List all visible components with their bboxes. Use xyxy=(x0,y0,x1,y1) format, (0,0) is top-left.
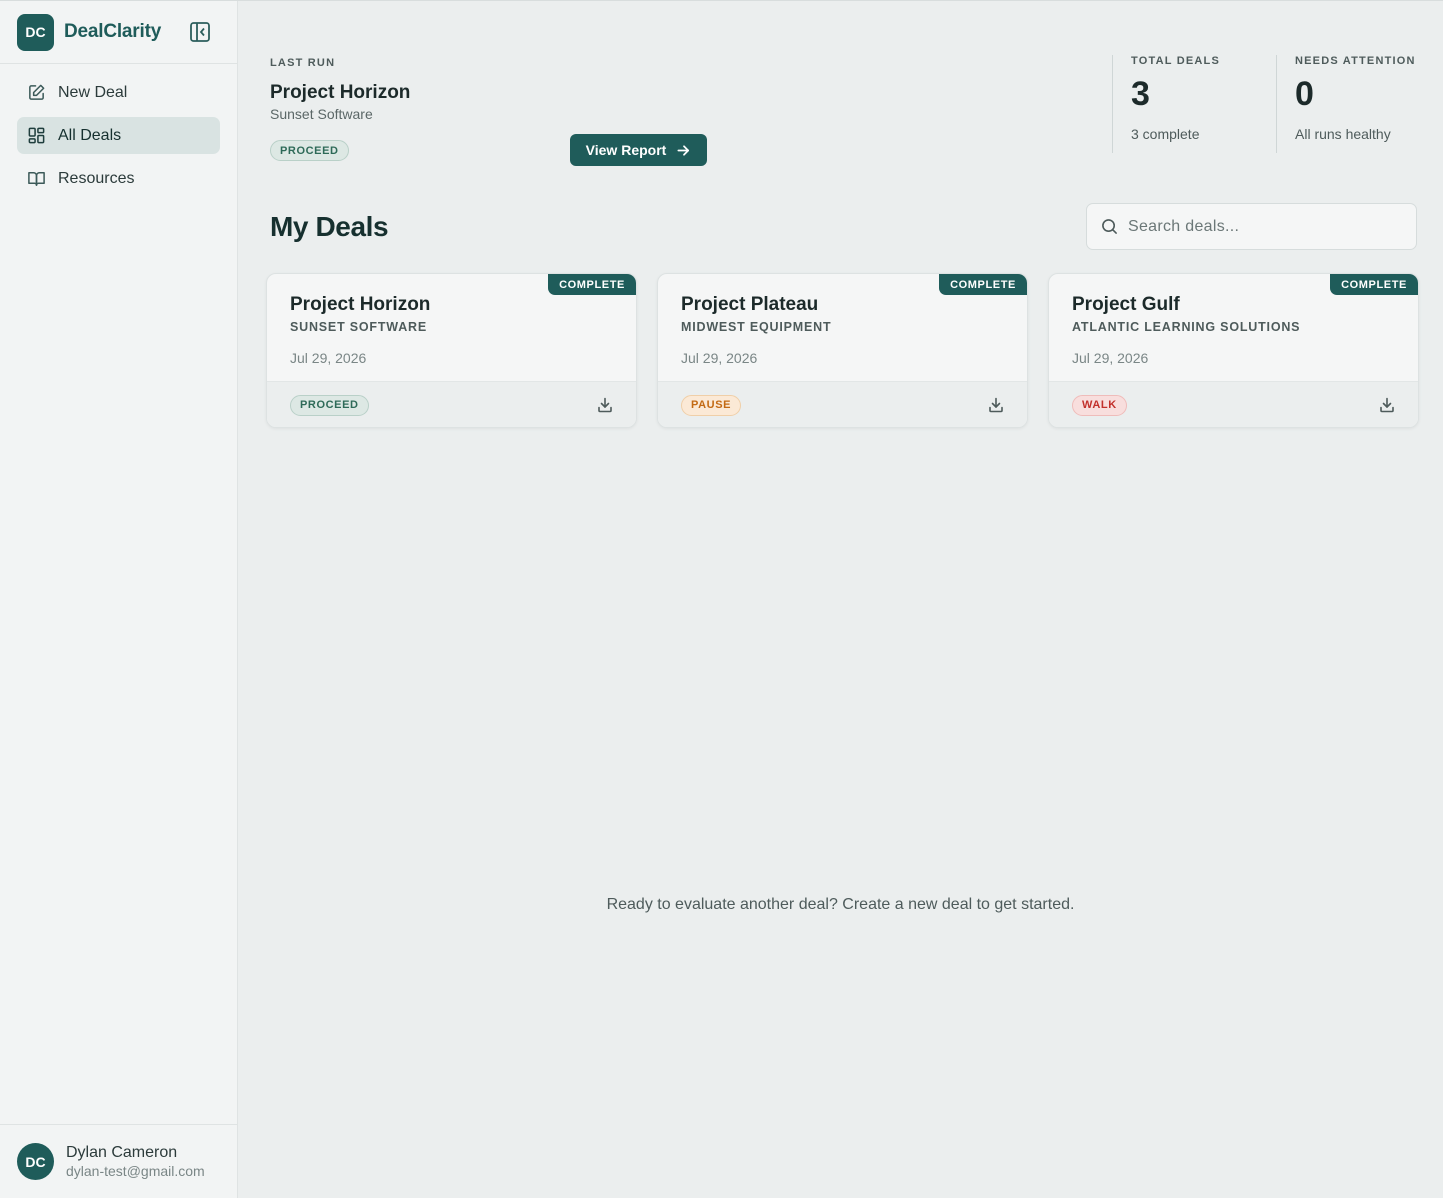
user-profile[interactable]: DC Dylan Cameron dylan-test@gmail.com xyxy=(0,1124,237,1198)
search-icon xyxy=(1101,218,1118,235)
sidebar: DC DealClarity New Deal All Deals Resour… xyxy=(0,1,238,1198)
status-badge: COMPLETE xyxy=(939,274,1027,295)
stat-label: NEEDS ATTENTION xyxy=(1295,55,1416,67)
deal-card-gulf[interactable]: COMPLETE Project Gulf ATLANTIC LEARNING … xyxy=(1048,273,1419,428)
grid-icon xyxy=(27,126,46,145)
deal-title: Project Horizon xyxy=(290,294,431,315)
book-icon xyxy=(27,169,46,188)
deal-date: Jul 29, 2026 xyxy=(1072,350,1149,366)
deal-company: MIDWEST EQUIPMENT xyxy=(681,320,832,334)
verdict-badge: WALK xyxy=(1072,394,1127,416)
sidebar-item-new-deal[interactable]: New Deal xyxy=(17,74,220,111)
last-run-summary: LAST RUN Project Horizon Sunset Software xyxy=(270,57,410,122)
download-icon[interactable] xyxy=(987,396,1005,414)
empty-state-message: Ready to evaluate another deal? Create a… xyxy=(606,896,1075,913)
sidebar-item-label: Resources xyxy=(58,169,135,187)
sidebar-nav: New Deal All Deals Resources xyxy=(0,64,237,213)
edit-icon xyxy=(27,83,46,102)
card-footer: WALK xyxy=(1049,381,1418,427)
deal-card-horizon[interactable]: COMPLETE Project Horizon SUNSET SOFTWARE… xyxy=(266,273,637,428)
stat-label: TOTAL DEALS xyxy=(1131,55,1220,67)
avatar: DC xyxy=(17,1143,54,1180)
deal-date: Jul 29, 2026 xyxy=(681,350,758,366)
search-input[interactable] xyxy=(1128,217,1398,236)
view-report-label: View Report xyxy=(585,142,667,158)
sidebar-item-resources[interactable]: Resources xyxy=(17,160,220,197)
last-run-company: Sunset Software xyxy=(270,106,373,122)
deal-company: SUNSET SOFTWARE xyxy=(290,320,428,334)
user-email: dylan-test@gmail.com xyxy=(66,1163,205,1179)
sidebar-item-label: New Deal xyxy=(58,83,128,101)
verdict-badge: PROCEED xyxy=(290,394,369,416)
stat-total-deals: TOTAL DEALS 3 3 complete xyxy=(1112,55,1276,153)
search-box[interactable] xyxy=(1086,203,1417,250)
view-report-button[interactable]: View Report xyxy=(570,134,707,166)
last-run-verdict-badge: PROCEED xyxy=(270,140,349,161)
stat-value: 3 xyxy=(1131,75,1150,113)
collapse-sidebar-icon[interactable] xyxy=(189,21,211,43)
download-icon[interactable] xyxy=(1378,396,1396,414)
card-footer: PAUSE xyxy=(658,381,1027,427)
card-footer: PROCEED xyxy=(267,381,636,427)
deal-card-plateau[interactable]: COMPLETE Project Plateau MIDWEST EQUIPME… xyxy=(657,273,1028,428)
stat-note: 3 complete xyxy=(1131,126,1200,142)
user-name: Dylan Cameron xyxy=(66,1144,178,1161)
last-run-label: LAST RUN xyxy=(270,57,336,69)
sidebar-item-all-deals[interactable]: All Deals xyxy=(17,117,220,154)
deal-title: Project Gulf xyxy=(1072,294,1180,315)
verdict-badge: PAUSE xyxy=(681,394,742,416)
deal-title: Project Plateau xyxy=(681,294,819,315)
page-title: My Deals xyxy=(270,211,389,242)
brand-name[interactable]: DealClarity xyxy=(64,21,161,43)
download-icon[interactable] xyxy=(596,396,614,414)
arrow-right-icon xyxy=(676,143,691,158)
deal-cards: COMPLETE Project Horizon SUNSET SOFTWARE… xyxy=(266,273,1419,428)
status-badge: COMPLETE xyxy=(1330,274,1418,295)
main-content: LAST RUN Project Horizon Sunset Software… xyxy=(238,1,1443,1198)
user-info: Dylan Cameron dylan-test@gmail.com xyxy=(66,1144,216,1179)
stat-value: 0 xyxy=(1295,75,1314,113)
stat-needs-attention: NEEDS ATTENTION 0 All runs healthy xyxy=(1276,55,1443,153)
last-run-title: Project Horizon xyxy=(270,82,411,103)
sidebar-item-label: All Deals xyxy=(58,126,122,144)
status-badge: COMPLETE xyxy=(548,274,636,295)
stat-note: All runs healthy xyxy=(1295,126,1391,142)
deal-company: ATLANTIC LEARNING SOLUTIONS xyxy=(1072,320,1301,334)
brand-header: DC DealClarity xyxy=(0,1,237,64)
brand-logo[interactable]: DC xyxy=(17,13,54,51)
deal-date: Jul 29, 2026 xyxy=(290,350,367,366)
